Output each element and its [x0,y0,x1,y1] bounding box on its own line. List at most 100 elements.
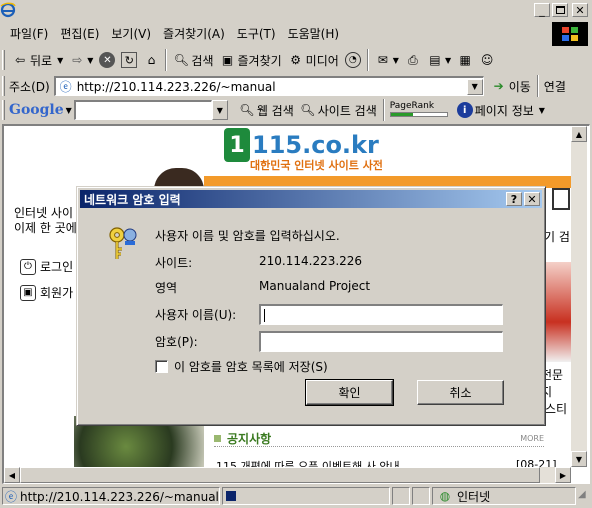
dialog-close-button[interactable]: ✕ [524,192,540,206]
refresh-button[interactable]: ↻ [118,48,140,72]
refresh-icon: ↻ [121,52,138,68]
realm-value: Manualand Project [259,279,371,293]
scroll-down-button[interactable]: ▼ [571,451,587,467]
discuss-button[interactable]: ▦ [454,48,476,72]
media-button[interactable]: ⚙ 미디어 [285,48,342,72]
status-panel-empty-1 [392,487,410,505]
search-button[interactable]: 🔍︎ 검색 [170,48,216,72]
scroll-thumb[interactable] [20,467,540,483]
google-logo[interactable]: Google [9,102,64,118]
messenger-button[interactable]: ☺ [476,48,498,72]
password-field[interactable] [259,331,503,352]
scroll-right-button[interactable]: ▶ [555,467,571,483]
dialog-title-bar: 네트워크 암호 입력 ? ✕ [80,190,542,208]
key-icon [105,223,145,266]
status-bar: ⓔ http://210.114.223.226/~manual 페 ◍ 인터넷… [0,486,592,506]
chevron-up-icon: ▲ [575,129,583,139]
google-search-dropdown[interactable]: ▼ [211,100,228,120]
stop-button[interactable]: ✕ [96,48,118,72]
mail-button[interactable]: ✉ ▼ [372,48,402,72]
site-logo-mark: 1 [224,128,250,162]
home-button[interactable]: ⌂ [140,48,162,72]
web-search-icon: 🔍︎ [239,103,255,117]
join-link[interactable]: ▣ 회원가 [20,284,73,301]
site-search-button[interactable]: 🔍︎ 사이트 검색 [297,98,380,122]
notice-item[interactable]: 115 개편에 따른 오픈 이벤트해 사 안내 [216,458,400,467]
pagerank-indicator[interactable]: PageRank [388,101,454,119]
status-text-panel: ⓔ http://210.114.223.226/~manual 페 [2,487,220,505]
address-input[interactable]: http://210.114.223.226/~manual [77,80,467,94]
ok-button[interactable]: 확인 [305,379,394,406]
notice-date: [08-21] [516,458,557,467]
google-search-input[interactable] [73,100,212,120]
edit-button[interactable]: ▤ ▼ [424,48,454,72]
favorites-button[interactable]: ▣ 즐겨찾기 [217,48,285,72]
right-text-1: 기 검 [544,230,570,244]
more-link[interactable]: MORE [520,434,544,443]
history-button[interactable]: ◔ [342,48,364,72]
minimize-button[interactable]: _ [534,3,550,17]
address-bar: 주소(D) ⓔ http://210.114.223.226/~manual ▼… [0,75,592,97]
links-label[interactable]: 연결 [544,78,566,95]
notice-divider [214,446,544,447]
dropdown-arrow-icon[interactable]: ▼ [66,106,72,115]
info-icon: i [456,102,473,118]
vertical-scrollbar[interactable]: ▲ ▼ [571,126,587,467]
messenger-icon: ☺ [480,53,494,67]
save-password-checkbox[interactable] [155,360,168,373]
back-button[interactable]: ⇦ 뒤로 ▼ [9,48,66,72]
page-icon: ⓔ [5,489,18,504]
close-icon: ✕ [575,3,585,17]
globe-icon: ◍ [439,489,451,503]
close-button[interactable]: ✕ [572,3,588,17]
progress-bar [226,491,236,501]
menu-edit[interactable]: 편집(E) [54,23,105,43]
dropdown-arrow-icon: ▼ [87,55,94,65]
print-button[interactable]: ⎙ [402,48,424,72]
web-search-button[interactable]: 🔍︎ 웹 검색 [236,98,297,122]
scroll-up-button[interactable]: ▲ [571,126,587,142]
login-link[interactable]: ⏻ 로그인 [20,258,73,275]
realm-label: 영역 [155,281,178,295]
address-dropdown-button[interactable]: ▼ [466,78,483,95]
left-text-2: 이제 한 곳에 [14,221,77,235]
go-button[interactable]: ➔ 이동 [488,74,534,98]
dialog-help-button[interactable]: ? [506,192,522,206]
right-text-3: 스티 [545,402,568,416]
menu-favorites[interactable]: 즐겨찾기(A) [157,23,231,43]
media-icon: ⚙ [290,53,302,67]
site-label: 사이트: [155,256,193,270]
dropdown-arrow-icon: ▼ [57,55,64,65]
horizontal-scrollbar[interactable]: ◀ ▶ [4,467,571,483]
status-progress-panel [222,487,390,505]
address-input-box[interactable]: ⓔ http://210.114.223.226/~manual ▼ [53,76,484,96]
page-icon: ⓔ [59,80,72,94]
resize-grip-icon[interactable]: ◢ [578,489,590,503]
title-bar: _ ✕ [0,0,592,20]
forward-button[interactable]: ⇨ ▼ [66,48,96,72]
stop-icon: ✕ [99,52,116,68]
notice-header[interactable]: 공지사항 MORE [214,430,544,447]
right-search-box[interactable] [552,188,570,210]
history-icon: ◔ [344,52,361,68]
back-arrow-icon: ⇦ [14,53,26,67]
username-label: 사용자 이름(U): [155,308,237,322]
menu-tools[interactable]: 도구(T) [231,23,282,43]
page-info-button[interactable]: i 페이지 정보 ▼ [454,98,548,122]
cancel-button[interactable]: 취소 [417,380,504,405]
maximize-button[interactable] [552,3,568,17]
save-password-option[interactable]: 이 암호를 암호 목록에 저장(S) [155,358,328,375]
username-field[interactable] [259,304,503,325]
go-arrow-icon: ➔ [493,79,504,93]
search-icon: 🔍︎ [173,53,190,67]
windows-logo [552,22,588,46]
menu-view[interactable]: 보기(V) [105,23,157,43]
dropdown-arrow-icon: ▼ [392,55,399,65]
password-label: 암호(P): [155,335,198,349]
scroll-left-button[interactable]: ◀ [4,467,20,483]
dropdown-arrow-icon: ▼ [444,55,452,65]
dropdown-arrow-icon: ▼ [538,105,545,115]
minimize-icon: _ [539,3,545,17]
menu-help[interactable]: 도움말(H) [282,23,346,43]
menu-file[interactable]: 파일(F) [4,23,54,43]
